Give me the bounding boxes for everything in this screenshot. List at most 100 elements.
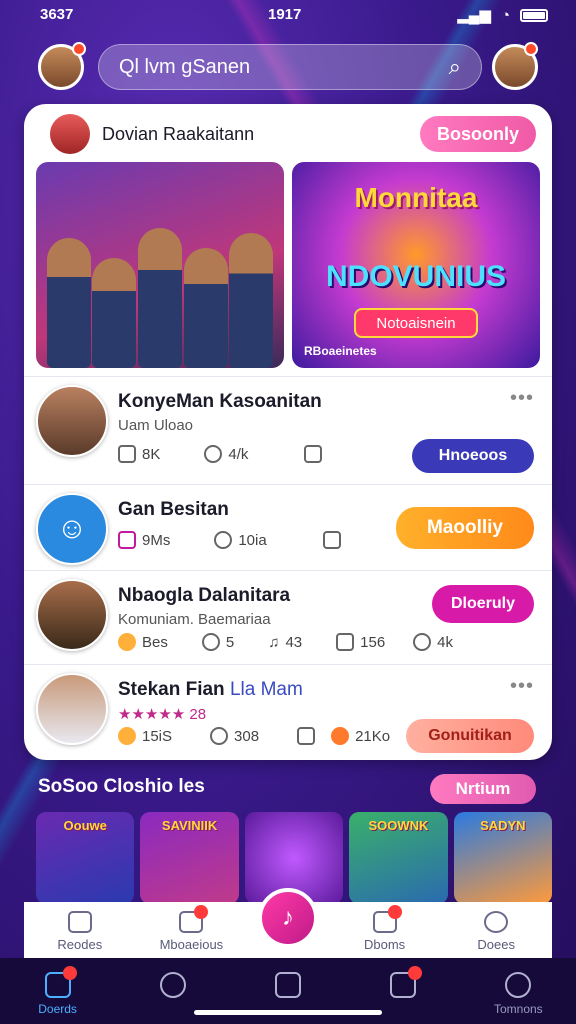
nav-messages[interactable] <box>358 966 448 1002</box>
coin-icon <box>118 727 136 745</box>
share-icon[interactable] <box>322 531 341 549</box>
profile-badge <box>72 42 86 56</box>
nav-badge <box>62 966 77 980</box>
item-name: KonyeMan Kasoanitan <box>118 391 322 412</box>
stat-value: 8K <box>142 445 161 463</box>
banner-subheadline: NDOVUNIUS <box>325 260 506 293</box>
signal-icon: ▂▄▆ <box>457 7 491 24</box>
thumbnail-item[interactable]: SAVINIIK <box>140 812 239 904</box>
list-item[interactable]: Nbaogla Dalanitara Komuniam. Baemariaa B… <box>24 570 552 656</box>
nav-search[interactable] <box>128 972 218 1002</box>
profile-icon <box>505 972 532 998</box>
item-subtitle: Uam Uloao <box>118 417 194 434</box>
heart-icon[interactable] <box>214 531 233 549</box>
thumbnail-item[interactable]: Oouwe <box>36 812 135 904</box>
stat-value: 308 <box>234 727 260 745</box>
stat-value: 43 <box>285 633 303 651</box>
featured-avatar[interactable] <box>50 114 90 154</box>
wifi-icon: ◔ <box>500 6 510 24</box>
avatar[interactable] <box>36 579 108 651</box>
share-icon[interactable] <box>118 445 136 463</box>
stat-value: 15iS <box>142 727 173 745</box>
status-time: 1917 <box>268 6 302 23</box>
share-icon[interactable] <box>297 727 316 745</box>
avatar[interactable] <box>36 385 108 457</box>
row-action-button[interactable]: Gonuitikan <box>406 719 534 753</box>
heart-icon[interactable] <box>413 633 432 651</box>
status-signal: 3637 <box>40 6 74 23</box>
list-item[interactable]: KonyeMan Kasoanitan Uam Uloao 8K 4/k •••… <box>24 376 552 473</box>
heart-icon[interactable] <box>210 727 229 745</box>
nav-badge <box>408 966 423 980</box>
tab-badge <box>387 905 402 919</box>
row-action-button[interactable]: Dloeruly <box>432 585 534 623</box>
stat-value: Bes <box>142 633 168 651</box>
emoji-icon <box>331 727 350 745</box>
banner-headline: Monnitaa <box>354 182 478 213</box>
row-action-button[interactable]: Maoolliy <box>396 507 534 549</box>
status-icons: ▂▄▆ ◔ <box>457 6 548 24</box>
search-icon <box>159 972 186 998</box>
music-icon[interactable]: ♫ <box>268 634 279 651</box>
stat-value: 4k <box>437 633 454 651</box>
more-icon[interactable]: ••• <box>510 387 534 410</box>
music-note-icon: ♪ <box>282 904 294 931</box>
tab-badge <box>194 905 209 919</box>
avatar[interactable] <box>36 673 108 745</box>
share-icon[interactable] <box>304 445 323 463</box>
item-subtitle: Komuniam. Baemariaa <box>118 611 271 628</box>
notification-badge <box>524 42 538 56</box>
banner-button[interactable]: Notoaisnein <box>354 308 478 338</box>
banner-caption: RBoaeinetes <box>304 344 377 358</box>
message-icon[interactable] <box>118 531 136 549</box>
tab-mboaeious[interactable]: Mboaeious <box>146 905 236 952</box>
stat-value: 5 <box>225 633 235 651</box>
top-header: Ql lvm gSanen ⌕ <box>0 38 576 98</box>
stat-value: 9Ms <box>142 531 171 549</box>
search-icon[interactable]: ⌕ <box>449 54 461 80</box>
item-name: Gan Besitan <box>118 499 229 520</box>
stat-value: 10ia <box>238 531 267 549</box>
search-input[interactable]: Ql lvm gSanen ⌕ <box>98 44 482 90</box>
featured-title: Dovian Raakaitann <box>102 123 255 144</box>
heart-icon[interactable] <box>201 633 220 651</box>
item-name: Nbaogla Dalanitara <box>118 585 291 606</box>
more-icon[interactable]: ••• <box>510 675 534 698</box>
nav-profile[interactable]: Tomnons <box>473 972 563 1016</box>
home-icon <box>67 911 92 933</box>
thumbnail-item[interactable]: SOOWNK <box>349 812 448 904</box>
tab-reodes[interactable]: Reodes <box>35 911 125 952</box>
add-icon <box>274 972 301 998</box>
profile-icon <box>484 911 509 933</box>
heart-icon[interactable] <box>204 445 223 463</box>
item-name: Stekan Fian Lla Mam <box>118 679 303 700</box>
thumbnail-item[interactable]: SADYN <box>453 812 553 904</box>
tab-doees[interactable]: Doees <box>451 911 541 952</box>
featured-banner-group-photo[interactable] <box>36 162 284 368</box>
tab-dboms[interactable]: Dboms <box>340 905 430 952</box>
featured-header: Dovian Raakaitann Bosoonly <box>50 114 536 154</box>
list-item[interactable]: Stekan Fian Lla Mam ★★★★★ 28 15iS 308 21… <box>24 664 552 753</box>
avatar[interactable]: ☺ <box>36 493 108 565</box>
section-title: SoSoo Closhio les <box>38 776 205 797</box>
featured-button[interactable]: Bosoonly <box>420 116 536 152</box>
featured-banner-game[interactable]: Monnitaa NDOVUNIUS Notoaisnein RBoaeinet… <box>292 162 540 368</box>
music-fab-button[interactable]: ♪ <box>258 888 318 948</box>
battery-icon <box>520 8 548 22</box>
rating-stars: ★★★★★ 28 <box>118 706 207 723</box>
home-indicator <box>194 1010 382 1015</box>
list-item[interactable]: ☺ Gan Besitan 9Ms 10ia Maoolliy <box>24 484 552 570</box>
main-feed-card: Dovian Raakaitann Bosoonly Monnitaa NDOV… <box>24 104 552 760</box>
section-button[interactable]: Nrtium <box>430 774 536 804</box>
share-icon[interactable] <box>336 633 355 651</box>
status-bar: 3637 1917 ▂▄▆ ◔ <box>0 0 576 30</box>
nav-home[interactable]: Doerds <box>13 966 103 1016</box>
coin-icon <box>118 633 136 651</box>
group-photo <box>46 218 274 368</box>
stat-value: 156 <box>360 633 386 651</box>
search-text: Ql lvm gSanen <box>119 55 251 78</box>
nav-add[interactable] <box>243 972 333 1002</box>
row-action-button[interactable]: Hnoeoos <box>412 439 534 473</box>
stat-value: 21Ko <box>355 727 391 745</box>
stat-value: 4/k <box>228 445 249 463</box>
